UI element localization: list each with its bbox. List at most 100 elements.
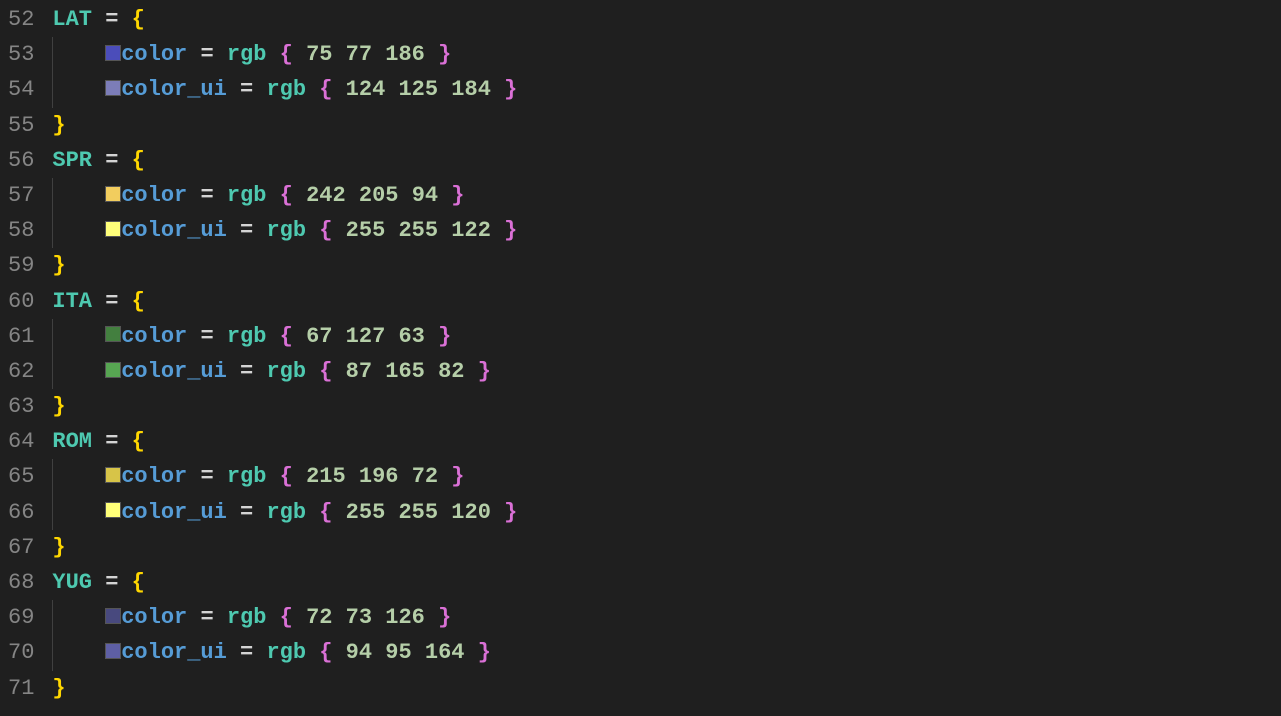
value-b: 122 — [451, 218, 491, 243]
country-tag: SPR — [52, 148, 92, 173]
rgb-function: rgb — [227, 324, 267, 349]
property-color: color — [121, 605, 187, 630]
value-b: 72 — [412, 464, 438, 489]
line-number: 63 — [8, 389, 34, 424]
value-g: 196 — [359, 464, 399, 489]
code-line[interactable]: color = rgb { 215 196 72 } — [52, 459, 1281, 494]
color-swatch — [105, 80, 121, 96]
code-line[interactable]: } — [52, 671, 1281, 706]
code-line[interactable]: ROM = { — [52, 424, 1281, 459]
color-swatch — [105, 643, 121, 659]
code-editor[interactable]: 5253545556575859606162636465666768697071… — [0, 0, 1281, 716]
line-number: 66 — [8, 495, 34, 530]
code-area[interactable]: LAT = { color = rgb { 75 77 186 } color_… — [52, 0, 1281, 716]
line-number: 71 — [8, 671, 34, 706]
code-line[interactable]: } — [52, 530, 1281, 565]
rgb-function: rgb — [227, 464, 267, 489]
color-swatch — [105, 326, 121, 342]
line-number: 54 — [8, 72, 34, 107]
value-r: 67 — [306, 324, 332, 349]
code-line[interactable]: ITA = { — [52, 284, 1281, 319]
color-swatch — [105, 221, 121, 237]
code-line[interactable]: color_ui = rgb { 94 95 164 } — [52, 635, 1281, 670]
country-tag: ITA — [52, 289, 92, 314]
code-line[interactable]: } — [52, 108, 1281, 143]
rgb-function: rgb — [227, 42, 267, 67]
value-g: 77 — [346, 42, 372, 67]
code-line[interactable]: color_ui = rgb { 124 125 184 } — [52, 72, 1281, 107]
line-number: 69 — [8, 600, 34, 635]
value-b: 164 — [425, 640, 465, 665]
property-color-ui: color_ui — [121, 359, 227, 384]
color-swatch — [105, 502, 121, 518]
code-line[interactable]: LAT = { — [52, 2, 1281, 37]
close-brace: } — [52, 394, 65, 419]
code-line[interactable]: color_ui = rgb { 87 165 82 } — [52, 354, 1281, 389]
value-r: 87 — [346, 359, 372, 384]
close-brace: } — [52, 113, 65, 138]
line-number: 62 — [8, 354, 34, 389]
line-number: 56 — [8, 143, 34, 178]
line-number: 64 — [8, 424, 34, 459]
color-swatch — [105, 467, 121, 483]
value-r: 255 — [346, 218, 386, 243]
rgb-function: rgb — [266, 640, 306, 665]
code-line[interactable]: } — [52, 248, 1281, 283]
close-brace: } — [52, 676, 65, 701]
property-color-ui: color_ui — [121, 640, 227, 665]
value-g: 205 — [359, 183, 399, 208]
code-line[interactable]: SPR = { — [52, 143, 1281, 178]
line-number: 59 — [8, 248, 34, 283]
code-line[interactable]: color_ui = rgb { 255 255 122 } — [52, 213, 1281, 248]
property-color: color — [121, 324, 187, 349]
close-brace: } — [52, 535, 65, 560]
value-g: 127 — [346, 324, 386, 349]
value-b: 94 — [412, 183, 438, 208]
line-number: 58 — [8, 213, 34, 248]
value-b: 184 — [451, 77, 491, 102]
rgb-function: rgb — [266, 500, 306, 525]
rgb-function: rgb — [227, 183, 267, 208]
line-number: 61 — [8, 319, 34, 354]
value-b: 82 — [438, 359, 464, 384]
value-r: 215 — [306, 464, 346, 489]
color-swatch — [105, 186, 121, 202]
line-number: 55 — [8, 108, 34, 143]
code-line[interactable]: } — [52, 389, 1281, 424]
country-tag: LAT — [52, 7, 92, 32]
line-number: 60 — [8, 284, 34, 319]
property-color-ui: color_ui — [121, 218, 227, 243]
code-line[interactable]: color = rgb { 242 205 94 } — [52, 178, 1281, 213]
code-line[interactable]: color = rgb { 72 73 126 } — [52, 600, 1281, 635]
property-color-ui: color_ui — [121, 77, 227, 102]
line-number-gutter: 5253545556575859606162636465666768697071 — [0, 0, 52, 716]
rgb-function: rgb — [266, 218, 306, 243]
code-line[interactable]: color = rgb { 75 77 186 } — [52, 37, 1281, 72]
code-line[interactable]: color_ui = rgb { 255 255 120 } — [52, 495, 1281, 530]
color-swatch — [105, 362, 121, 378]
country-tag: ROM — [52, 429, 92, 454]
line-number: 70 — [8, 635, 34, 670]
value-r: 75 — [306, 42, 332, 67]
value-b: 186 — [385, 42, 425, 67]
value-r: 72 — [306, 605, 332, 630]
value-r: 124 — [346, 77, 386, 102]
value-r: 255 — [346, 500, 386, 525]
value-b: 126 — [385, 605, 425, 630]
value-g: 73 — [346, 605, 372, 630]
open-brace: { — [132, 289, 145, 314]
property-color: color — [121, 183, 187, 208]
line-number: 65 — [8, 459, 34, 494]
open-brace: { — [132, 429, 145, 454]
line-number: 68 — [8, 565, 34, 600]
property-color-ui: color_ui — [121, 500, 227, 525]
value-b: 63 — [398, 324, 424, 349]
value-g: 255 — [398, 500, 438, 525]
code-line[interactable]: YUG = { — [52, 565, 1281, 600]
value-g: 95 — [385, 640, 411, 665]
rgb-function: rgb — [227, 605, 267, 630]
open-brace: { — [132, 570, 145, 595]
value-g: 125 — [398, 77, 438, 102]
code-line[interactable]: color = rgb { 67 127 63 } — [52, 319, 1281, 354]
rgb-function: rgb — [266, 359, 306, 384]
